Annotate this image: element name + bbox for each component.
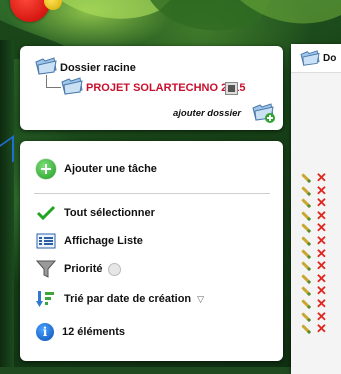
edit-icon[interactable] — [301, 286, 310, 296]
delete-icon[interactable]: ✕ — [316, 322, 327, 336]
folder-settings-icon[interactable] — [225, 82, 238, 95]
priority-filter-button[interactable]: Priorité — [36, 259, 121, 279]
tasks-panel: Ajouter une tâche Tout sélectionner Affi… — [20, 141, 283, 361]
select-all-label: Tout sélectionner — [64, 207, 155, 219]
task-row-actions: ✕ — [295, 284, 335, 299]
chevron-down-icon: ▽ — [197, 293, 205, 304]
task-row-actions: ✕ — [295, 259, 335, 274]
edit-icon[interactable] — [301, 248, 310, 258]
items-count-label: 12 éléments — [62, 326, 125, 338]
info-icon: i — [36, 323, 54, 341]
task-row-actions: ✕ — [295, 297, 335, 312]
task-row-actions: ✕ — [295, 208, 335, 224]
edit-icon[interactable] — [301, 173, 310, 182]
add-icon — [36, 159, 56, 179]
task-list-header-label: Do — [323, 53, 337, 64]
edit-icon[interactable] — [301, 311, 310, 321]
task-row-actions: ✕ — [295, 246, 335, 262]
priority-toggle[interactable] — [107, 262, 121, 276]
task-row-actions: ✕ — [295, 183, 335, 199]
items-count: i 12 éléments — [36, 322, 125, 342]
folder-icon — [61, 77, 83, 95]
edit-icon[interactable] — [301, 185, 310, 195]
sort-icon — [36, 291, 54, 307]
edit-icon[interactable] — [301, 211, 310, 220]
edit-icon[interactable] — [301, 261, 310, 270]
edit-icon[interactable] — [301, 299, 310, 308]
edit-icon[interactable] — [301, 274, 310, 283]
edit-icon[interactable] — [301, 324, 310, 333]
folder-root-label[interactable]: Dossier racine — [60, 62, 136, 74]
checkmark-icon — [36, 205, 56, 221]
task-row-actions: ✕ — [295, 196, 335, 211]
task-row-actions: ✕ — [295, 271, 335, 287]
select-all-button[interactable]: Tout sélectionner — [36, 203, 155, 223]
list-view-label: Affichage Liste — [64, 235, 143, 247]
task-list-panel: Do ✕ ✕ ✕ ✕ ✕ ✕ ✕ ✕ ✕ ✕ ✕ ✕ ✕ — [291, 44, 341, 374]
menu-divider — [34, 193, 270, 194]
task-row-actions: ✕ — [295, 322, 335, 337]
add-folder-icon[interactable] — [251, 102, 277, 124]
sort-dropdown[interactable]: Trié par date de création ▽ — [36, 289, 204, 309]
list-view-icon — [36, 233, 56, 249]
priority-label: Priorité — [64, 263, 103, 275]
edit-icon[interactable] — [301, 198, 310, 207]
tree-connector — [46, 75, 61, 88]
filter-funnel-icon — [36, 260, 56, 278]
folder-icon — [300, 50, 320, 66]
task-row-actions: ✕ — [295, 309, 335, 325]
edit-icon[interactable] — [301, 236, 310, 245]
sort-label: Trié par date de création — [64, 293, 192, 305]
task-row-actions: ✕ — [295, 234, 335, 249]
list-view-button[interactable]: Affichage Liste — [36, 231, 143, 251]
task-row-actions: ✕ — [295, 221, 335, 236]
folder-tree-panel: Dossier racine PROJET SOLARTECHNO 2015 a… — [20, 46, 283, 130]
task-row-actions: ✕ — [295, 171, 335, 186]
add-task-label: Ajouter une tâche — [64, 163, 157, 175]
left-edge-strip — [0, 40, 14, 367]
add-folder-link[interactable]: ajouter dossier — [173, 108, 241, 119]
edit-icon[interactable] — [301, 223, 310, 233]
add-task-button[interactable]: Ajouter une tâche — [36, 159, 157, 179]
task-list-header: Do — [291, 44, 341, 73]
folder-icon — [35, 57, 57, 75]
project-folder-label[interactable]: PROJET SOLARTECHNO 2015 — [86, 82, 246, 94]
